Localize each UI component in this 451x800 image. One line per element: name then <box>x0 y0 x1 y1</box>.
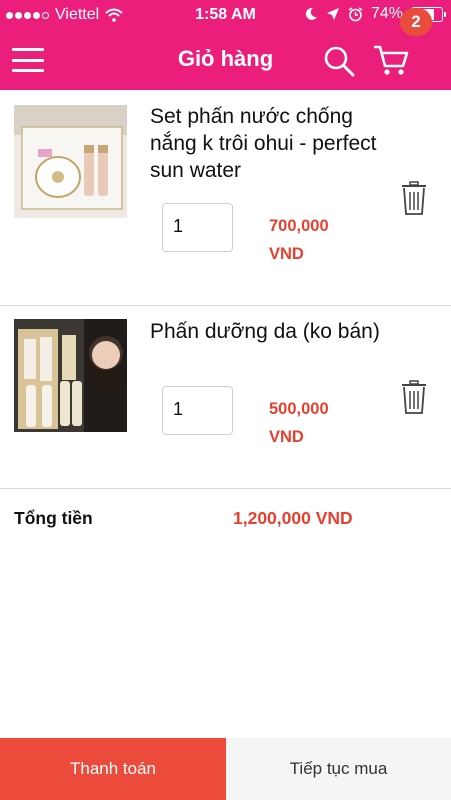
shopping-cart-icon[interactable] <box>372 42 410 78</box>
navigation-bar: Giỏ hàng <box>0 30 451 90</box>
product-name: Set phấn nước chống nắng k trôi ohui - p… <box>150 105 377 182</box>
cart-item: Set phấn nước chống nắng k trôi ohui - p… <box>0 90 451 306</box>
total-label: Tổng tiền <box>14 508 93 528</box>
quantity-input[interactable]: 1 <box>162 386 233 435</box>
quantity-input[interactable]: 1 <box>162 203 233 252</box>
status-bar: Viettel 1:58 AM 74% <box>0 0 451 30</box>
continue-shopping-button[interactable]: Tiếp tục mua <box>226 738 451 800</box>
cart-count-badge: 2 <box>400 8 432 36</box>
product-price: 500,000 VND <box>269 400 329 446</box>
trash-icon[interactable] <box>401 380 427 414</box>
battery-percent: 74% <box>370 5 403 22</box>
alarm-icon <box>348 6 363 21</box>
product-image <box>14 319 127 432</box>
checkout-button[interactable]: Thanh toán <box>0 738 226 800</box>
product-image <box>14 105 127 218</box>
product-name: Phấn dưỡng da (ko bán) <box>150 320 380 343</box>
product-price: 700,000 VND <box>269 217 329 263</box>
trash-icon[interactable] <box>401 181 427 215</box>
moon-icon <box>305 7 317 20</box>
top-bar: Viettel 1:58 AM 74% Giỏ hàng 2 <box>0 0 451 90</box>
total-value: 1,200,000 VND <box>233 508 353 528</box>
location-arrow-icon <box>326 8 339 20</box>
cart-total: Tổng tiền 1,200,000 VND <box>0 500 451 536</box>
cart-item: Phấn dưỡng da (ko bán) 1 500,000 VND <box>0 306 451 489</box>
search-icon[interactable] <box>322 44 356 78</box>
